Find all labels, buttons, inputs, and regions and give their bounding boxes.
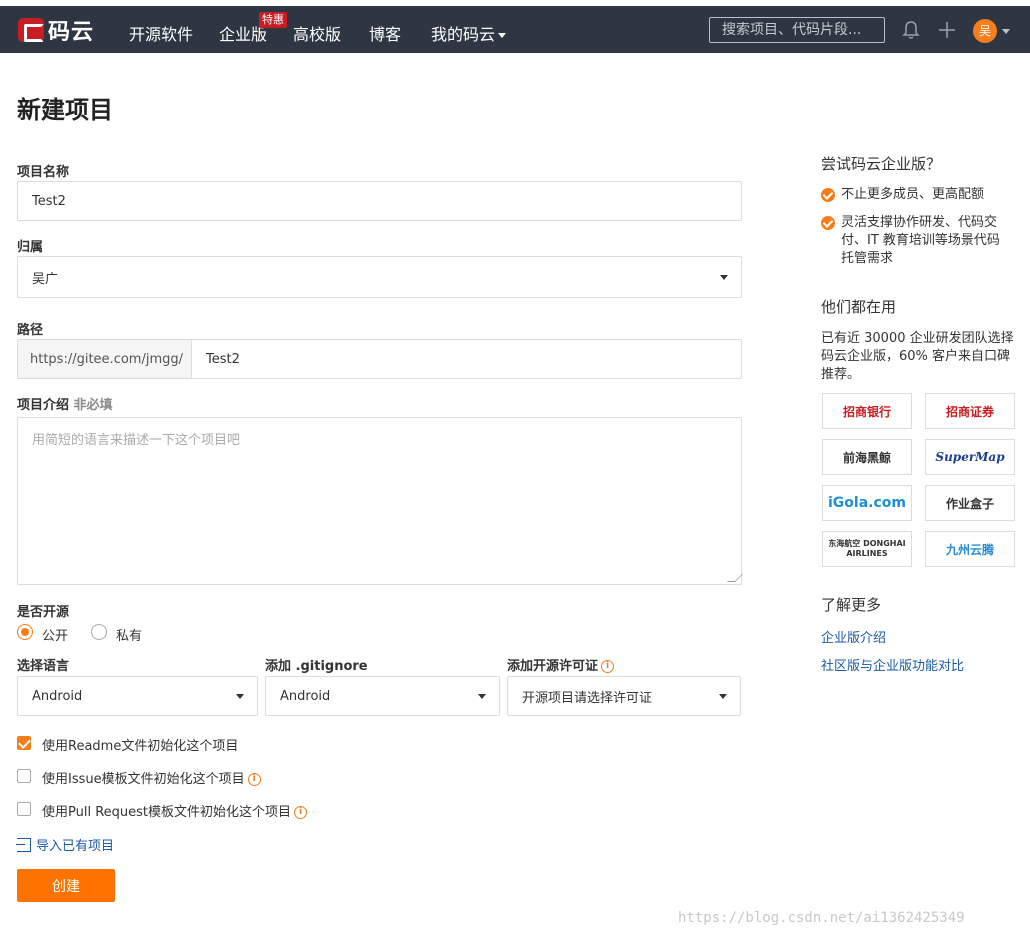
plus-icon[interactable] bbox=[937, 20, 957, 40]
public-radio[interactable] bbox=[17, 624, 33, 640]
nav-education[interactable]: 高校版 bbox=[293, 21, 341, 45]
public-radio-label[interactable]: 公开 bbox=[42, 625, 68, 644]
chevron-down-icon bbox=[236, 694, 244, 699]
private-radio[interactable] bbox=[91, 624, 107, 640]
pr-template-label[interactable]: 使用Pull Request模板文件初始化这个项目 i bbox=[42, 801, 308, 820]
logo-text: 码云 bbox=[48, 20, 95, 45]
customer-logo-cmbs: 招商证券 bbox=[925, 393, 1015, 429]
users-paragraph: 已有近 30000 企业研发团队选择码云企业版，60% 客户来自口碑推荐。 bbox=[821, 331, 1014, 382]
owner-label: 归属 bbox=[17, 240, 44, 255]
pr-template-label-text: 使用Pull Request模板文件初始化这个项目 bbox=[42, 805, 292, 820]
description-label: 项目介绍 非必填 bbox=[17, 394, 113, 413]
readme-checkbox[interactable] bbox=[17, 736, 31, 750]
import-project-link[interactable]: 导入已有项目 bbox=[16, 835, 115, 854]
check-circle-icon bbox=[821, 216, 835, 230]
nav-my-gitee[interactable]: 我的码云 bbox=[431, 21, 507, 45]
language-value: Android bbox=[32, 688, 83, 704]
chevron-down-icon bbox=[498, 33, 507, 38]
customer-logo-igola: iGola.com bbox=[822, 485, 912, 521]
customer-logo-donghai: 东海航空 DONGHAI AIRLINES bbox=[822, 531, 912, 567]
language-select[interactable]: Android bbox=[17, 676, 258, 716]
private-radio-label[interactable]: 私有 bbox=[116, 625, 142, 644]
create-button[interactable]: 创建 bbox=[17, 869, 115, 902]
chevron-down-icon bbox=[478, 694, 486, 699]
owner-value: 吴广 bbox=[32, 271, 59, 287]
page-title: 新建项目 bbox=[17, 96, 113, 124]
enterprise-intro-link[interactable]: 企业版介绍 bbox=[821, 627, 886, 646]
license-label-text: 添加开源许可证 bbox=[507, 659, 599, 674]
issue-template-checkbox[interactable] bbox=[17, 769, 31, 783]
gitignore-label: 添加 .gitignore bbox=[265, 659, 368, 674]
license-label: 添加开源许可证 i bbox=[507, 655, 615, 674]
optional-tag: 非必填 bbox=[73, 398, 113, 413]
customer-logo-supermap: SuperMap bbox=[925, 439, 1015, 475]
language-label: 选择语言 bbox=[17, 659, 70, 674]
readme-checkbox-label[interactable]: 使用Readme文件初始化这个项目 bbox=[42, 735, 238, 754]
pr-template-checkbox[interactable] bbox=[17, 802, 31, 816]
nav-open-source[interactable]: 开源软件 bbox=[129, 21, 193, 45]
issue-template-label[interactable]: 使用Issue模板文件初始化这个项目 i bbox=[42, 768, 261, 787]
customer-logo-qianhai: 前海黑鲸 bbox=[822, 439, 912, 475]
bell-icon[interactable] bbox=[902, 20, 920, 40]
import-icon bbox=[16, 837, 31, 852]
learn-more-heading: 了解更多 bbox=[821, 596, 882, 614]
chevron-down-icon bbox=[719, 694, 727, 699]
benefit-2-line-1: 灵活支撑协作研发、代码交 bbox=[841, 215, 998, 230]
issue-template-label-text: 使用Issue模板文件初始化这个项目 bbox=[42, 772, 245, 787]
resize-handle-icon[interactable] bbox=[727, 574, 743, 582]
benefit-1: 不止更多成员、更高配额 bbox=[841, 187, 985, 202]
search-input[interactable] bbox=[709, 17, 885, 43]
path-prefix: https://gitee.com/jmgg/ bbox=[17, 339, 192, 379]
benefit-2: 灵活支撑协作研发、代码交 付、IT 教育培训等场景代码 托管需求 bbox=[841, 214, 1000, 268]
benefit-2-line-3: 托管需求 bbox=[841, 251, 894, 266]
import-project-label: 导入已有项目 bbox=[36, 839, 115, 854]
description-textarea[interactable]: 用简短的语言来描述一下这个项目吧 bbox=[17, 417, 743, 585]
benefit-2-line-2: 付、IT 教育培训等场景代码 bbox=[841, 233, 1000, 248]
info-icon[interactable]: i bbox=[247, 773, 261, 786]
gitee-logo-icon bbox=[18, 18, 44, 42]
license-value: 开源项目请选择许可证 bbox=[522, 690, 653, 706]
path-input[interactable]: Test2 bbox=[191, 339, 742, 379]
nav-blog[interactable]: 博客 bbox=[369, 21, 401, 45]
nav-my-gitee-label: 我的码云 bbox=[431, 25, 496, 44]
customer-logo-cmb: 招商银行 bbox=[822, 393, 912, 429]
watermark: https://blog.csdn.net/ai1362425349 bbox=[678, 910, 965, 926]
customer-logo-zuoyehezi: 作业盒子 bbox=[925, 485, 1015, 521]
visibility-label: 是否开源 bbox=[17, 605, 70, 620]
check-circle-icon bbox=[821, 188, 835, 202]
gitignore-select[interactable]: Android bbox=[265, 676, 500, 716]
owner-select[interactable]: 吴广 bbox=[17, 256, 742, 298]
description-placeholder: 用简短的语言来描述一下这个项目吧 bbox=[32, 433, 241, 448]
path-label: 路径 bbox=[17, 323, 44, 338]
avatar[interactable]: 吴 bbox=[973, 19, 997, 43]
users-heading: 他们都在用 bbox=[821, 298, 897, 316]
chevron-down-icon bbox=[720, 275, 728, 280]
gitee-logo[interactable]: 码云 bbox=[18, 16, 95, 45]
enterprise-trial-heading: 尝试码云企业版？ bbox=[821, 155, 942, 173]
path-value: Test2 bbox=[206, 351, 240, 367]
edition-comparison-link[interactable]: 社区版与企业版功能对比 bbox=[821, 655, 964, 674]
license-select[interactable]: 开源项目请选择许可证 bbox=[507, 676, 741, 716]
customer-logo-jiuzhou: 九州云腾 bbox=[925, 531, 1015, 567]
navbar: 码云 开源软件 企业版 特惠 高校版 博客 我的码云 吴 bbox=[0, 6, 1030, 53]
info-icon[interactable]: i bbox=[294, 806, 308, 819]
avatar-chevron-down-icon[interactable] bbox=[1002, 29, 1010, 34]
project-name-label: 项目名称 bbox=[17, 165, 70, 180]
info-icon[interactable]: i bbox=[601, 660, 615, 673]
gitignore-value: Android bbox=[280, 688, 331, 704]
project-name-input[interactable]: Test2 bbox=[17, 181, 742, 221]
description-label-text: 项目介绍 bbox=[17, 398, 70, 413]
project-name-value: Test2 bbox=[32, 193, 66, 209]
promo-badge: 特惠 bbox=[259, 12, 287, 28]
